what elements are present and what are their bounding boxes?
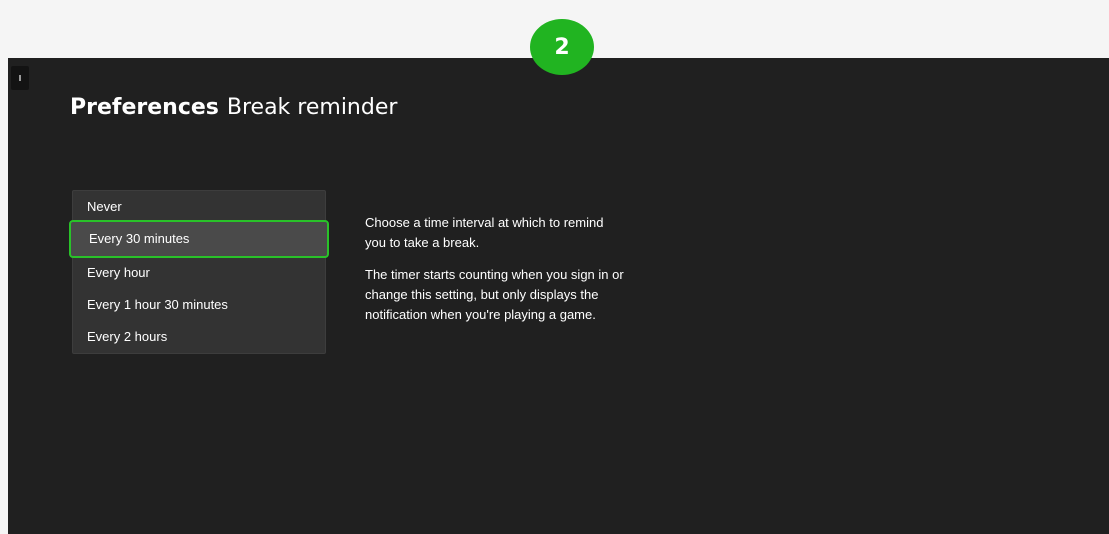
setting-description: Choose a time interval at which to remin… <box>365 213 625 337</box>
section-title: Preferences <box>70 95 219 120</box>
option-every-30-minutes[interactable]: Every 30 minutes <box>69 220 329 258</box>
description-paragraph: The timer starts counting when you sign … <box>365 267 624 322</box>
step-number-badge: 2 <box>530 19 594 75</box>
page-title: Preferences Break reminder <box>70 95 397 120</box>
option-never[interactable]: Never <box>73 191 325 223</box>
tutorial-frame: 2 Preferences Break reminder Never Every … <box>0 0 1109 534</box>
option-every-hour[interactable]: Every hour <box>73 257 325 289</box>
option-every-1-hour-30-minutes[interactable]: Every 1 hour 30 minutes <box>73 289 325 321</box>
page-subtitle: Break reminder <box>226 95 398 120</box>
reminder-interval-list: Never Every 30 minutes Every hour Every … <box>69 190 329 354</box>
description-paragraph: Choose a time interval at which to remin… <box>365 215 604 250</box>
side-handle-icon[interactable] <box>11 66 29 90</box>
console-screen: Preferences Break reminder Never Every 30… <box>8 58 1109 534</box>
option-every-2-hours[interactable]: Every 2 hours <box>73 321 325 353</box>
